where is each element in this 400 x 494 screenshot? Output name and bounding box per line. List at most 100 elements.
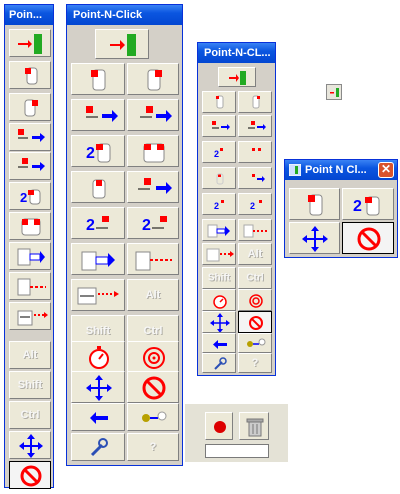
double-left-button[interactable]: 2 [71, 207, 125, 239]
drag-lock-icon [207, 224, 230, 238]
target-button[interactable] [238, 289, 272, 311]
delete-button[interactable] [239, 412, 269, 440]
title-bar[interactable]: Point-N-Click [67, 5, 182, 25]
alt-key-button[interactable]: Alt [238, 243, 272, 265]
close-button[interactable]: ✕ [378, 162, 394, 178]
double-click-button[interactable]: 2 [342, 188, 394, 220]
right-click-button[interactable] [238, 91, 272, 113]
right-drag-button[interactable] [238, 115, 272, 137]
title-bar[interactable]: Poin... [5, 5, 53, 25]
both-click-button[interactable] [127, 135, 179, 167]
drag-right-dotted-button[interactable] [9, 302, 51, 330]
right-click-button[interactable] [127, 63, 179, 95]
settings-button[interactable] [202, 353, 236, 373]
alt-key-button[interactable]: Alt [9, 341, 51, 369]
double-right-button[interactable]: 2 [238, 193, 272, 215]
both-click-button[interactable] [9, 212, 51, 240]
settings-button[interactable] [71, 433, 125, 461]
double-click-button[interactable]: 2 [202, 141, 236, 163]
swap-button[interactable] [127, 403, 179, 431]
target-button[interactable] [127, 341, 179, 373]
timer-button[interactable] [202, 289, 236, 311]
drag-release-icon [135, 251, 172, 271]
help-button[interactable]: ? [127, 433, 179, 461]
both-click-button[interactable] [238, 141, 272, 163]
exit-button[interactable] [95, 29, 149, 59]
double-right-button[interactable]: 2 [127, 207, 179, 239]
double-left-button[interactable]: 2 [202, 193, 236, 215]
help-label: ? [149, 441, 157, 453]
drag-right-dotted-button[interactable] [71, 279, 125, 311]
left-click-button[interactable] [289, 188, 340, 220]
shift-key-button[interactable]: Shift [9, 371, 51, 399]
middle-drag-button[interactable] [238, 167, 272, 189]
mouse-middle-icon [92, 179, 106, 199]
stop-button[interactable] [342, 222, 394, 254]
left-click-button[interactable] [71, 63, 125, 95]
back-button[interactable] [202, 333, 236, 353]
double-right-icon: 2 [142, 216, 167, 234]
shift-key-label: Shift [17, 379, 43, 391]
move-button[interactable] [202, 311, 236, 333]
timer-button[interactable] [71, 341, 125, 373]
drag-release-button[interactable] [9, 272, 51, 300]
swap-pointer-icon [247, 338, 266, 347]
title-bar[interactable]: Point-N-CL... [198, 43, 275, 63]
ctrl-key-label: Ctrl [246, 272, 264, 284]
double-click-button[interactable]: 2 [71, 135, 125, 167]
left-click-button[interactable] [9, 61, 51, 89]
alt-key-button[interactable]: Alt [127, 279, 179, 311]
swap-pointer-icon [142, 411, 167, 422]
mouse-right-icon [24, 99, 38, 117]
mouse-both-icon [252, 148, 261, 151]
title-bar[interactable]: Point N Cl... ✕ [285, 160, 397, 180]
ctrl-key-button[interactable]: Ctrl [9, 401, 51, 429]
mouse-right-icon [147, 69, 162, 91]
tray-app-icon[interactable] [326, 84, 342, 100]
move-button[interactable] [9, 431, 51, 459]
drag-release-button[interactable] [238, 219, 272, 241]
left-drag-button[interactable] [9, 123, 51, 151]
exit-button[interactable] [218, 67, 256, 87]
middle-drag-button[interactable] [127, 171, 179, 203]
stop-button[interactable] [9, 461, 51, 489]
mouse-both-icon [143, 143, 165, 163]
drag-middle-icon [138, 178, 172, 194]
middle-click-button[interactable] [71, 171, 125, 203]
move-button[interactable] [71, 371, 125, 403]
drag-lock-icon [17, 248, 45, 266]
stop-button[interactable] [127, 371, 179, 403]
drag-right-dotted-button[interactable] [202, 243, 236, 265]
drag-dotted-icon [206, 248, 234, 262]
drag-right-icon [140, 106, 172, 122]
stopwatch-icon [89, 346, 109, 369]
help-button[interactable]: ? [238, 353, 272, 373]
right-click-button[interactable] [9, 93, 51, 121]
drag-lock-button[interactable] [71, 243, 125, 275]
left-click-button[interactable] [202, 91, 236, 113]
middle-click-button[interactable] [202, 167, 236, 189]
record-button[interactable] [205, 412, 233, 440]
drag-middle-icon [252, 174, 265, 182]
drag-release-button[interactable] [127, 243, 179, 275]
double-click-button[interactable]: 2 [9, 182, 51, 210]
mouse-left-icon [25, 67, 38, 85]
drag-lock-button[interactable] [202, 219, 236, 241]
left-drag-button[interactable] [71, 99, 125, 131]
drag-lock-button[interactable] [9, 242, 51, 270]
move-button[interactable] [289, 222, 340, 254]
recording-field[interactable] [205, 444, 269, 458]
ctrl-key-button[interactable]: Ctrl [238, 267, 272, 289]
shift-key-button[interactable]: Shift [202, 267, 236, 289]
back-button[interactable] [71, 403, 125, 431]
right-drag-button[interactable] [127, 99, 179, 131]
right-drag-button[interactable] [9, 152, 51, 180]
left-drag-button[interactable] [202, 115, 236, 137]
stop-button[interactable] [238, 311, 272, 333]
swap-button[interactable] [238, 333, 272, 353]
mouse-middle-icon [216, 173, 224, 185]
double-glyph: 2 [250, 201, 255, 211]
ctrl-key-label: Ctrl [20, 409, 40, 421]
exit-button[interactable] [9, 29, 51, 57]
mouse-left-icon [308, 194, 323, 216]
